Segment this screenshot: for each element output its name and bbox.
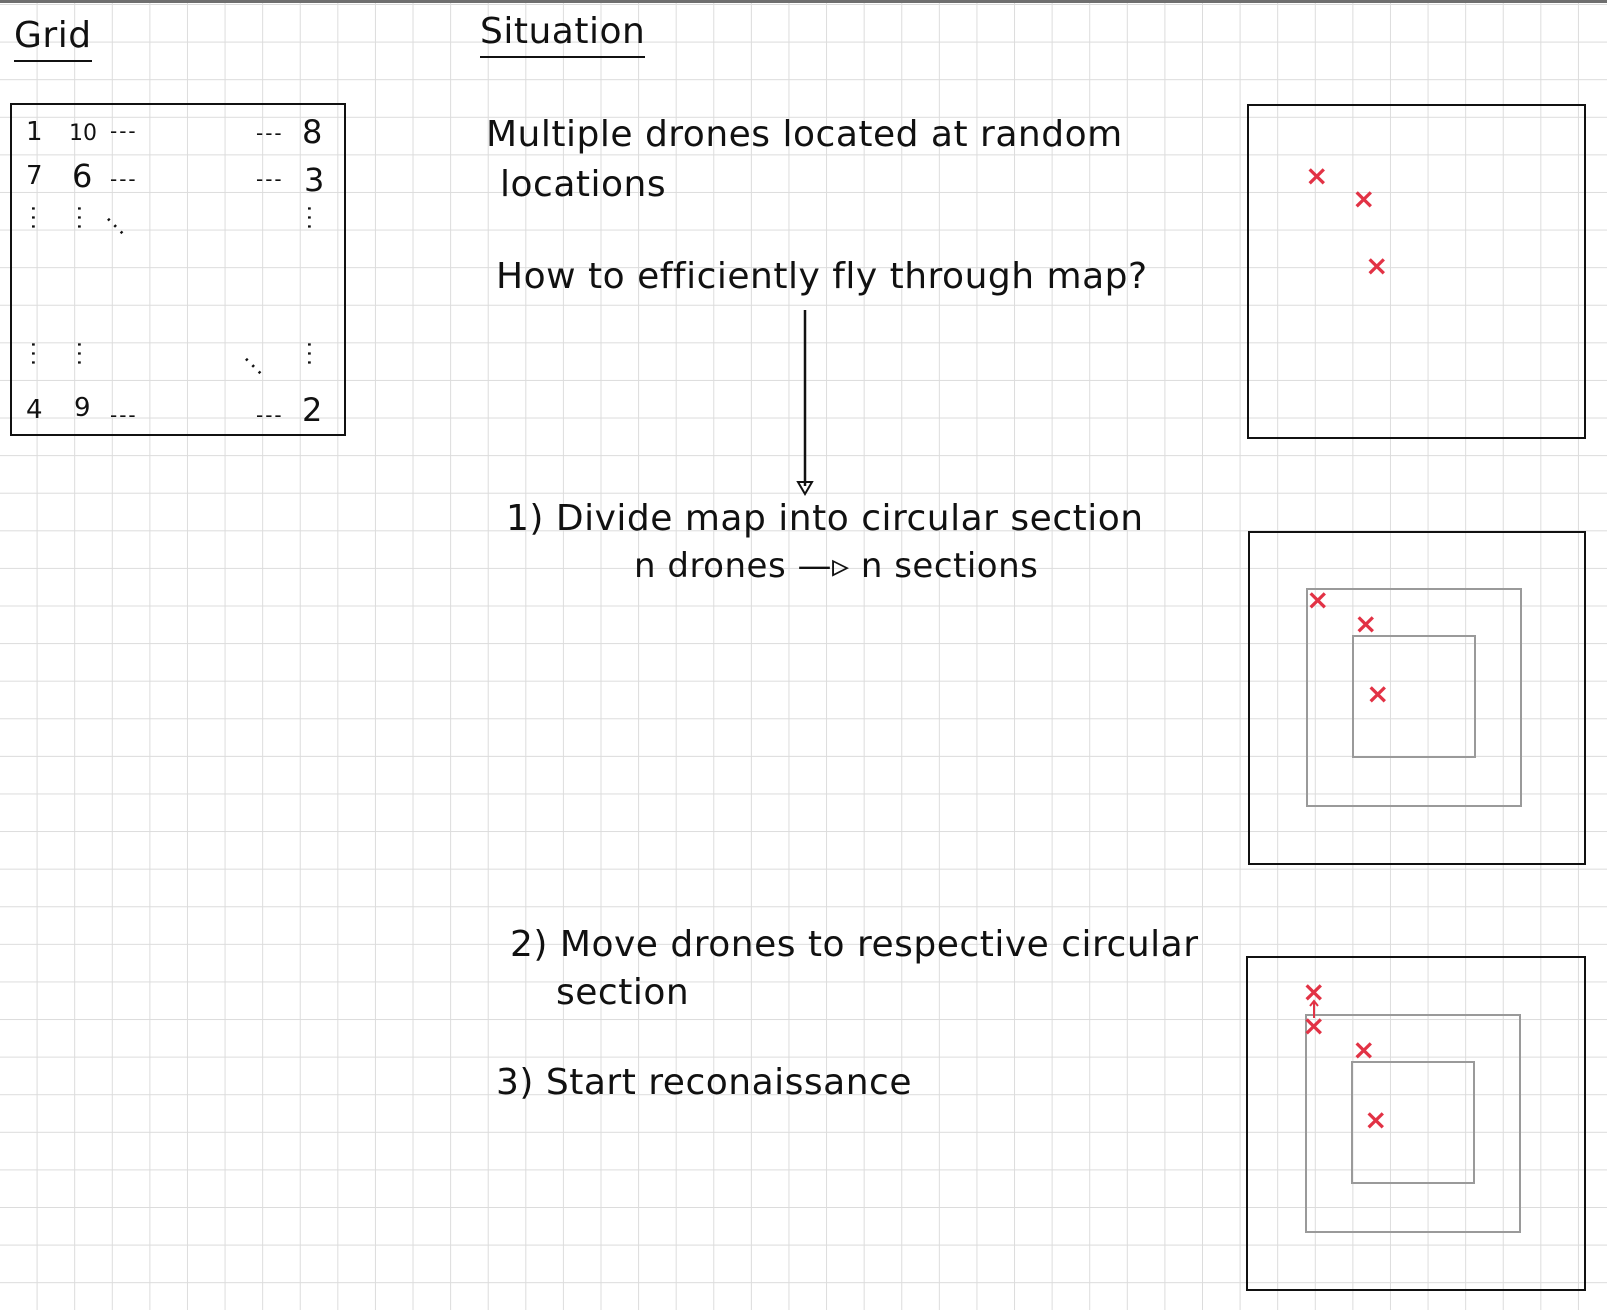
note-step1-line2: n drones —▹ n sections (634, 546, 1039, 586)
drone-marker: × (1302, 1009, 1326, 1042)
grid-cell-r2-last: 3 (304, 161, 325, 199)
drone-marker: × (1365, 249, 1389, 282)
drone-marker: × (1352, 1033, 1376, 1066)
grid-cell-r1c2: 10 (69, 121, 97, 146)
grid-vdots-col2-bottom: ... (72, 341, 97, 368)
grid-cell-r1-last: 8 (302, 113, 323, 151)
note-step1-line1: 1) Divide map into circular section (506, 498, 1144, 539)
note-question: How to efficiently fly through map? (496, 256, 1148, 297)
grid-diag-dots-top: ... (101, 204, 138, 242)
grid-cell-r2c1: 7 (26, 161, 43, 191)
grid-vdots-col1-top: ... (26, 205, 51, 232)
grid-cell-r2c2: 6 (72, 157, 93, 195)
grid-dots-r2-end: --- (256, 167, 284, 191)
grid-cell-r1c1: 1 (26, 117, 43, 147)
grid-dots-rlast-mid: --- (110, 403, 138, 427)
drone-marker: × (1352, 182, 1376, 215)
page-top-border (0, 0, 1607, 3)
grid-vdots-col2-top: ... (72, 205, 97, 232)
grid-cell-rlast-c2: 9 (74, 393, 91, 423)
drone-marker: × (1366, 677, 1390, 710)
note-situation-line2: locations (500, 164, 667, 205)
grid-vdots-last-top: ... (302, 205, 327, 232)
grid-cell-rlast-last: 2 (302, 391, 323, 429)
drone-marker: × (1364, 1103, 1388, 1136)
drone-marker: × (1306, 583, 1330, 616)
grid-vdots-last-bottom: ... (302, 341, 327, 368)
grid-cell-rlast-c1: 4 (26, 395, 43, 425)
note-step2-line2: section (556, 972, 690, 1013)
grid-dots-r1-mid: --- (110, 119, 138, 143)
grid-vdots-col1-bottom: ... (26, 341, 51, 368)
grid-dots-r1-end: --- (256, 121, 284, 145)
heading-situation: Situation (480, 10, 646, 58)
map-random-positions (1247, 104, 1586, 439)
note-situation-line1: Multiple drones located at random (486, 114, 1123, 155)
down-arrow (796, 310, 814, 496)
heading-grid: Grid (14, 14, 92, 62)
note-step3: 3) Start reconaissance (496, 1062, 912, 1103)
grid-dots-rlast-end: --- (256, 403, 284, 427)
grid-diag-dots-bottom: ... (239, 344, 276, 382)
grid-numbering-box: 1 10 --- --- 8 7 6 --- --- 3 ... ... ...… (10, 103, 346, 436)
note-step2-line1: 2) Move drones to respective circular (510, 924, 1199, 965)
drone-marker: × (1305, 159, 1329, 192)
grid-dots-r2-mid: --- (110, 167, 138, 191)
drone-marker: × (1354, 607, 1378, 640)
